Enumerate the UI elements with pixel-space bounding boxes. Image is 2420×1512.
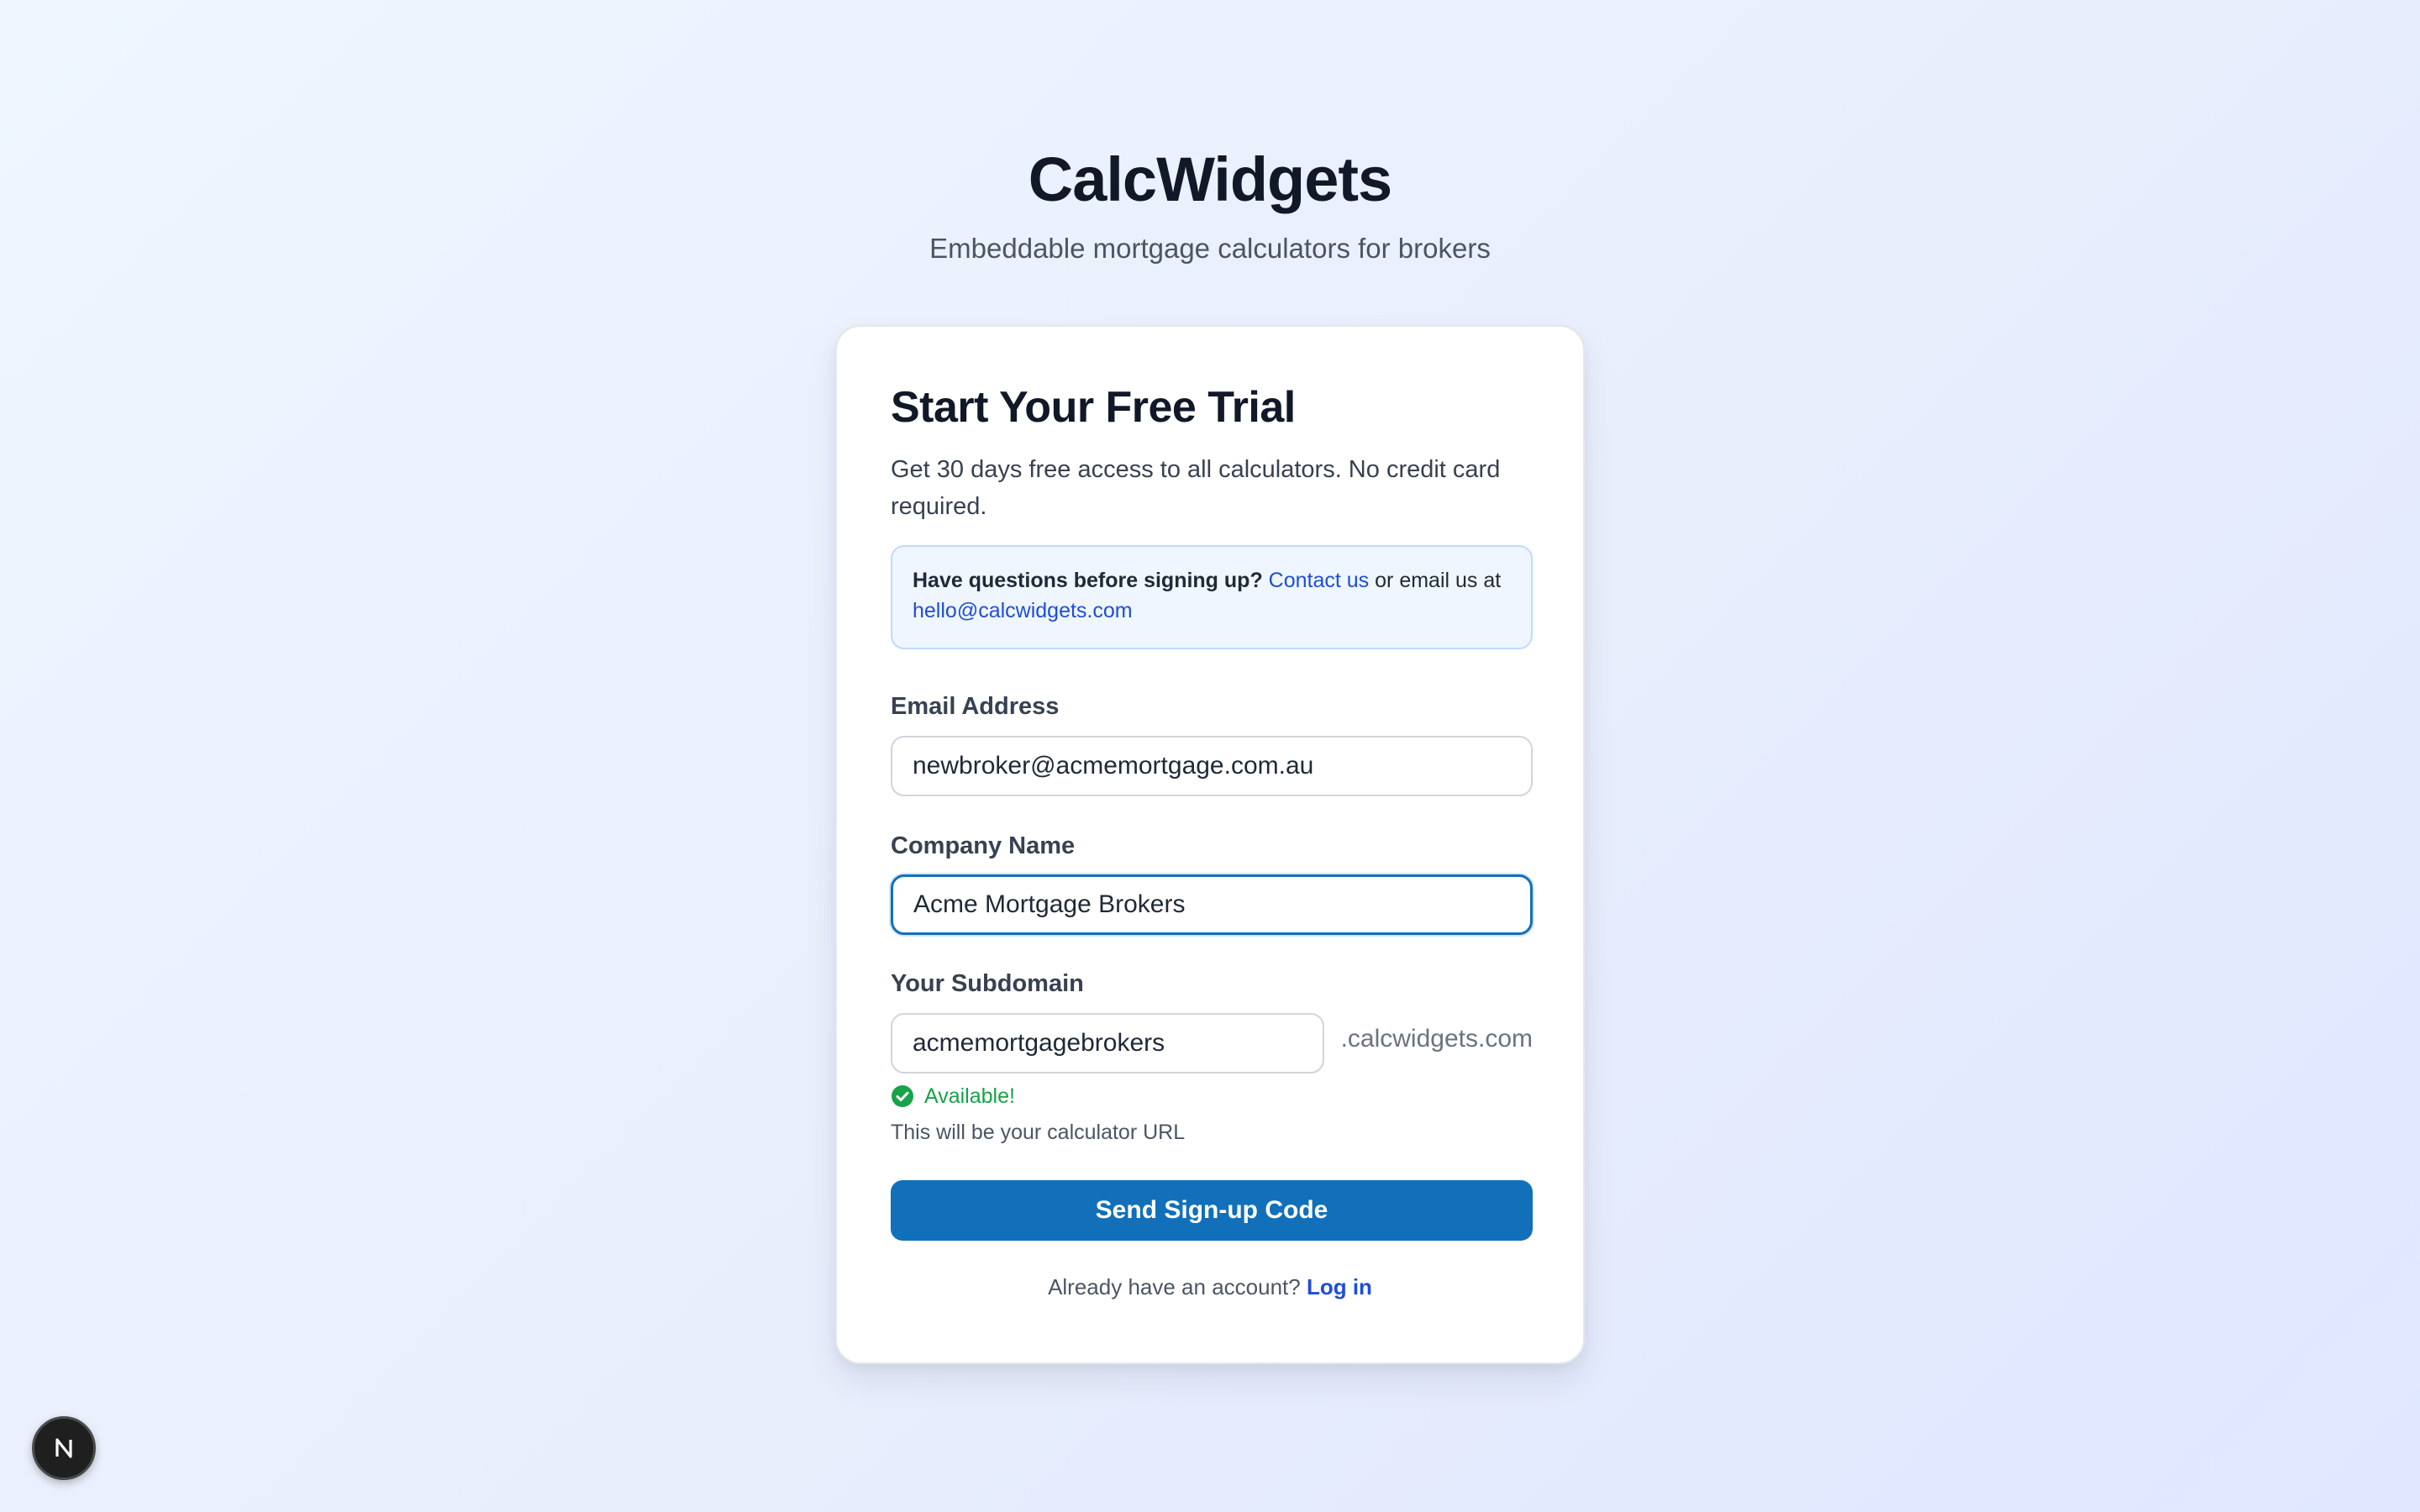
page-header: CalcWidgets Embeddable mortgage calculat… <box>0 144 2420 265</box>
info-question: Have questions before signing up? <box>913 569 1263 592</box>
contact-us-link[interactable]: Contact us <box>1269 569 1370 592</box>
info-middle-text: or email us at <box>1375 569 1502 592</box>
email-link[interactable]: hello@calcwidgets.com <box>913 599 1133 622</box>
card-subtitle: Get 30 days free access to all calculato… <box>891 456 1501 520</box>
email-label: Email Address <box>891 693 1060 720</box>
signup-card: Start Your Free Trial Get 30 days free a… <box>835 325 1585 1364</box>
app-tagline: Embeddable mortgage calculators for brok… <box>929 233 1491 264</box>
login-prompt: Already have an account? Log in <box>837 1273 1583 1301</box>
company-label: Company Name <box>891 832 1076 859</box>
subdomain-status: Available! <box>891 1081 1015 1111</box>
app-title: CalcWidgets <box>1028 144 1392 214</box>
status-text: Available! <box>924 1084 1015 1108</box>
subdomain-field[interactable] <box>891 1013 1324 1074</box>
login-prompt-text: Already have an account? <box>1048 1274 1301 1299</box>
login-link[interactable]: Log in <box>1307 1274 1372 1299</box>
nextjs-logo-icon[interactable] <box>32 1416 96 1480</box>
check-circle-icon <box>891 1084 914 1108</box>
company-name-field[interactable] <box>891 874 1533 935</box>
subdomain-hint: This will be your calculator URL <box>891 1121 1186 1144</box>
info-box: Have questions before signing up? Contac… <box>891 545 1533 649</box>
card-title: Start Your Free Trial <box>891 383 1296 432</box>
subdomain-suffix: .calcwidgets.com <box>1340 1025 1533 1053</box>
send-signup-code-button[interactable]: Send Sign-up Code <box>891 1180 1533 1241</box>
email-field[interactable] <box>891 736 1533 796</box>
subdomain-label: Your Subdomain <box>891 970 1084 997</box>
